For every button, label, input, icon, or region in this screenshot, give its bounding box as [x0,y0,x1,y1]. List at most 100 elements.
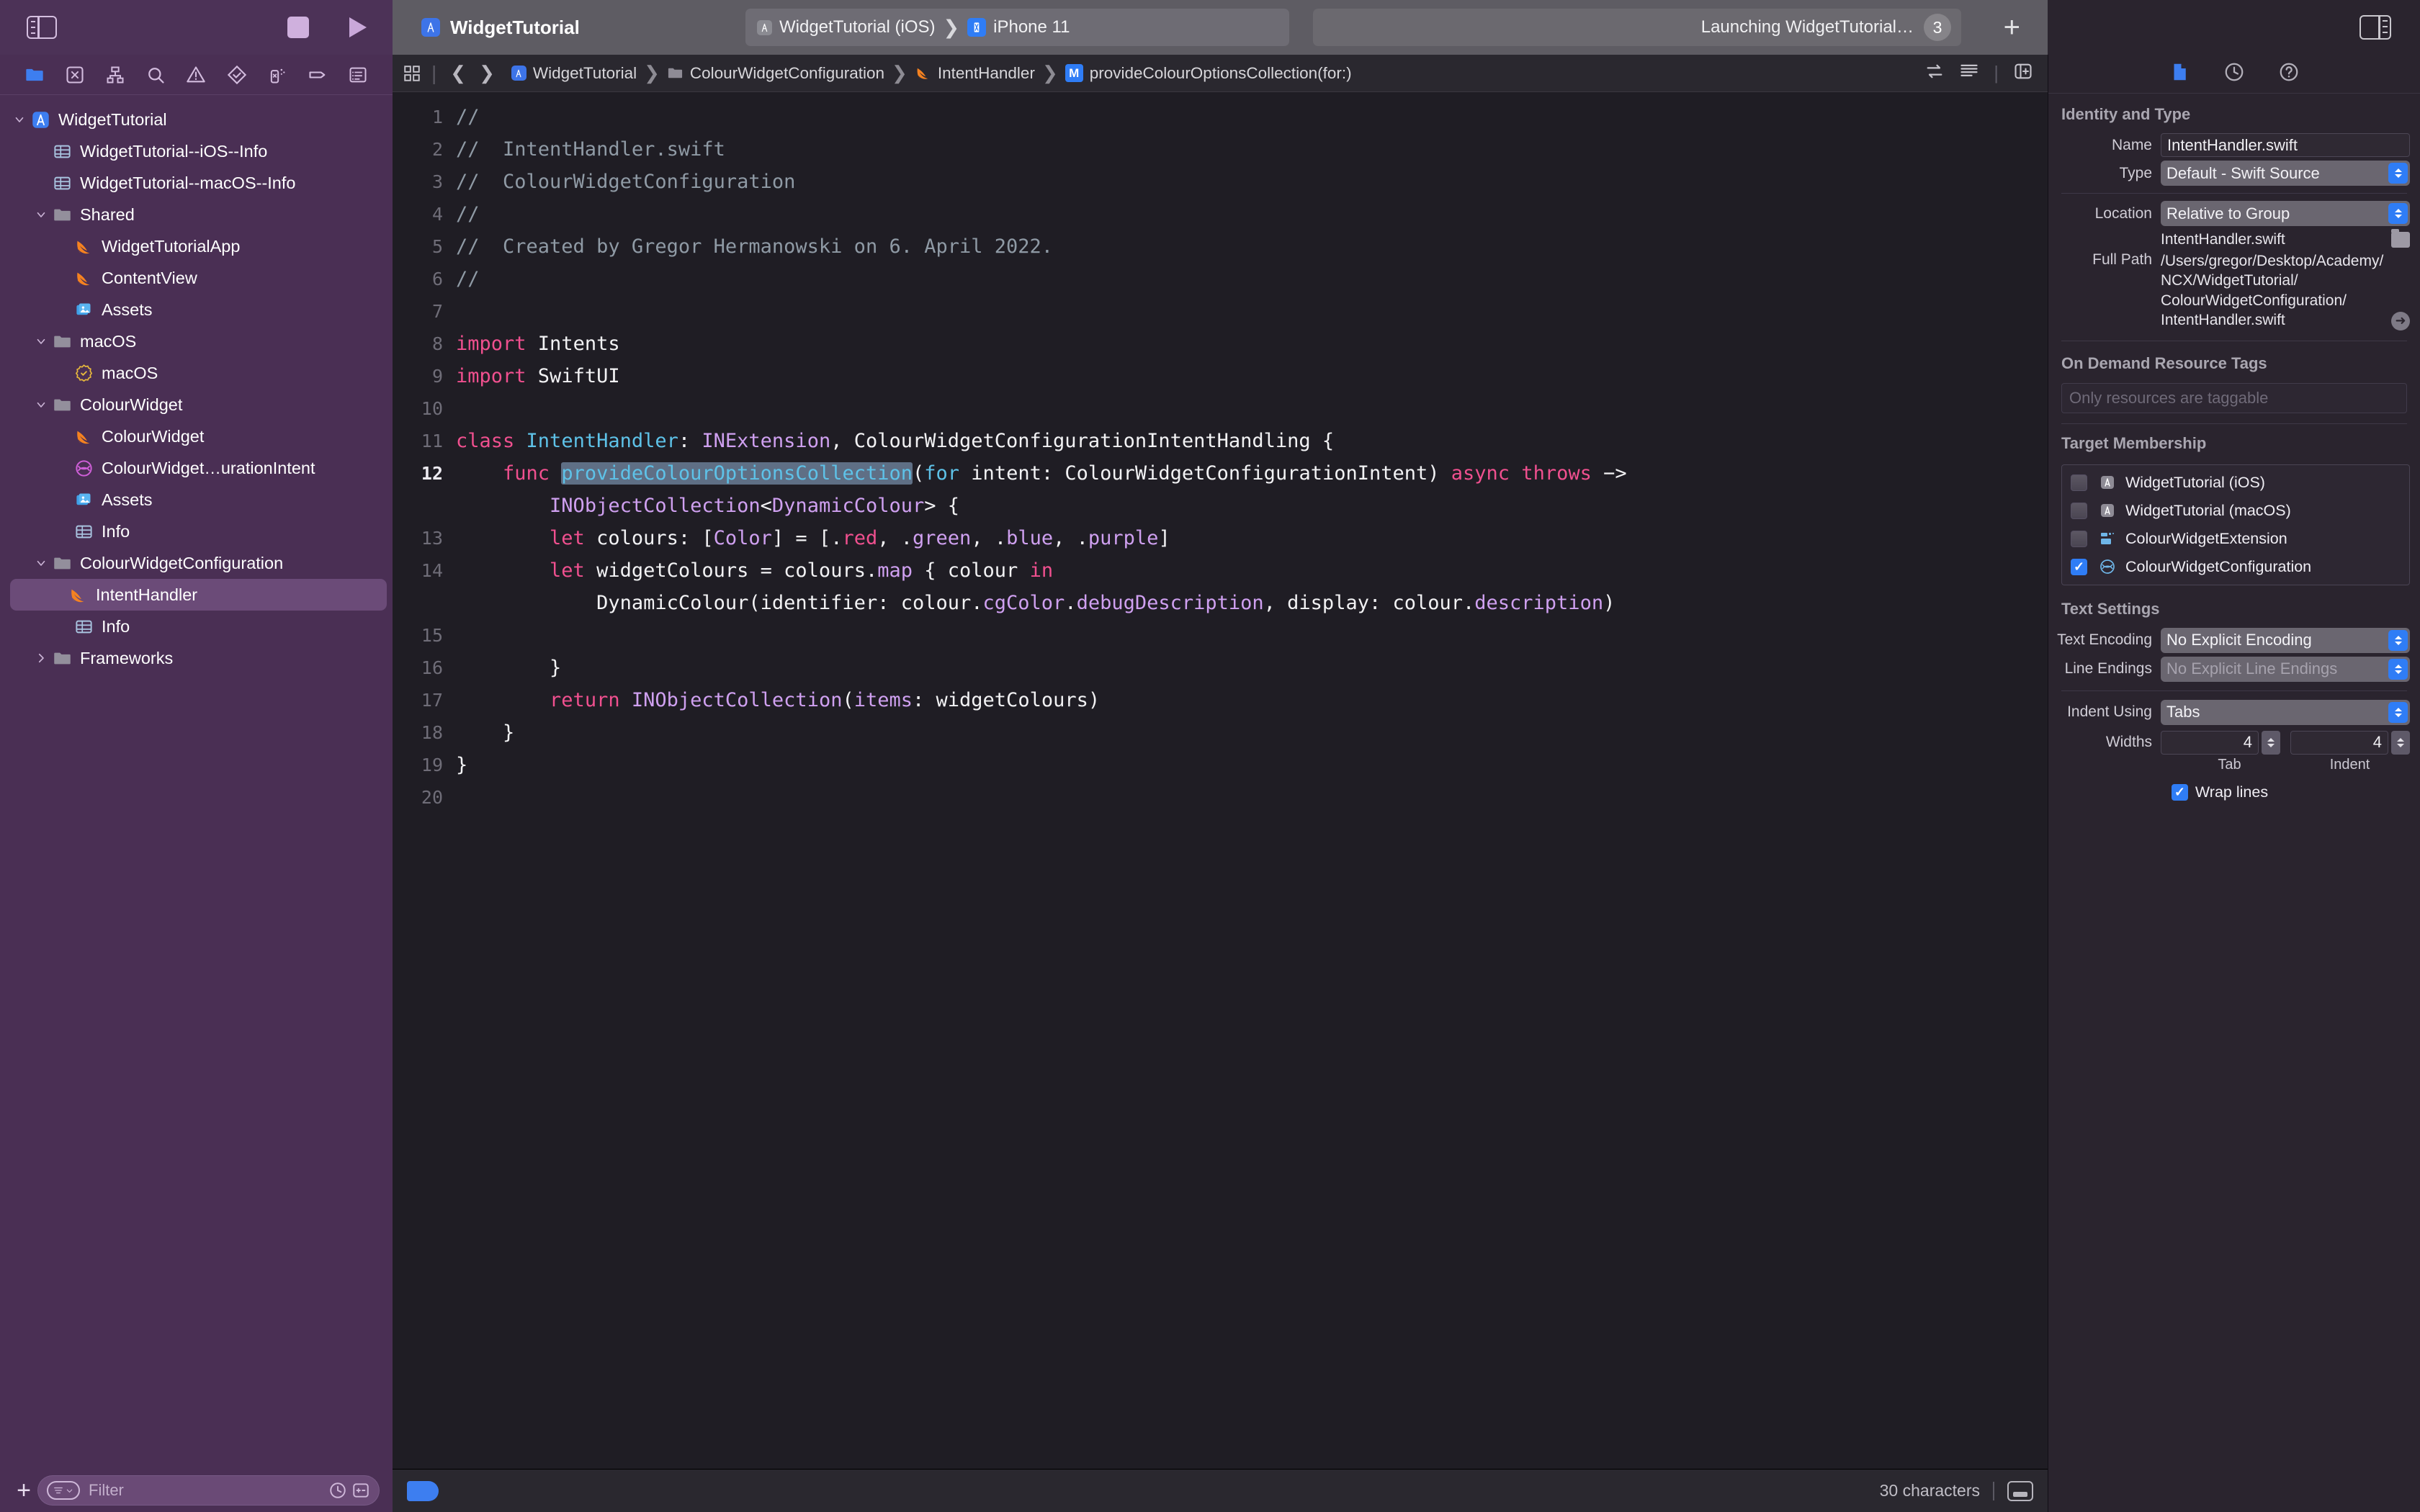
chevron-updown-icon[interactable] [2388,163,2408,184]
file-tree-item[interactable]: Shared [0,199,393,230]
wrap-lines-checkbox[interactable] [2171,783,2188,801]
target-membership-row[interactable]: ColourWidgetExtension [2062,525,2409,553]
file-tree-item[interactable]: Assets [0,294,393,325]
test-diamond-icon[interactable] [226,64,248,86]
navigate-forward-icon[interactable]: ❯ [472,62,501,84]
location-popup[interactable]: Relative to Group [2161,201,2410,226]
chevron-updown-icon[interactable] [2388,658,2408,680]
indent-using-popup[interactable]: Tabs [2161,699,2410,725]
target-checkbox[interactable] [2071,474,2087,491]
filter-input[interactable]: Filter [37,1475,380,1506]
scheme-selector[interactable]: WidgetTutorial (iOS) ❯ iPhone 11 [745,9,1289,46]
line-number: 19 [421,755,443,775]
breadcrumb-item-project[interactable]: WidgetTutorial [511,64,637,83]
related-items-icon[interactable] [1924,61,1945,85]
odr-tags-input[interactable]: Only resources are taggable [2061,382,2407,413]
file-tree-item[interactable]: Frameworks [0,642,393,674]
quick-help-icon[interactable] [2278,61,2300,86]
disclosure-triangle-icon[interactable] [32,398,50,411]
type-popup[interactable]: Default - Swift Source [2161,161,2410,186]
file-tree-item[interactable]: ContentView [0,262,393,294]
disclosure-triangle-icon[interactable] [32,557,50,570]
file-tree-item[interactable]: Assets [0,484,393,516]
file-tree-item[interactable]: macOS [0,325,393,357]
editor-layout-icon[interactable] [403,64,421,83]
tab-width-input[interactable]: 4 [2161,730,2259,755]
plist-icon [72,521,95,542]
indent-width-stepper[interactable] [2391,730,2410,755]
chevron-updown-icon[interactable] [2388,203,2408,224]
line-endings-popup[interactable]: No Explicit Line Endings [2161,656,2410,682]
navigate-back-icon[interactable]: ❮ [444,62,472,84]
code-text: // [456,203,480,225]
target-membership-row[interactable]: WidgetTutorial (iOS) [2062,469,2409,497]
file-inspector-icon[interactable] [2169,61,2190,86]
add-assistant-editor-icon[interactable] [2013,61,2033,85]
wrap-lines-row[interactable]: Wrap lines [2048,783,2420,801]
breadcrumb-item-method[interactable]: M provideColourOptionsCollection(for:) [1065,64,1352,83]
file-tree-item[interactable]: WidgetTutorial [0,104,393,135]
add-editor-button[interactable]: + [2004,13,2020,42]
run-button[interactable] [349,17,367,37]
disclosure-triangle-icon[interactable] [32,335,50,348]
source-code[interactable]: 1 // 2 // IntentHandler.swift 3 // ColourWidg… [393,92,2048,1469]
toggle-debug-area-icon[interactable] [2007,1480,2033,1501]
debug-spray-icon[interactable] [266,64,288,86]
stop-button[interactable] [287,17,309,38]
add-file-button[interactable]: + [10,1478,37,1503]
report-list-icon[interactable] [347,64,369,86]
filter-options-icon[interactable] [47,1481,80,1500]
breadcrumb-item-file[interactable]: IntentHandler [915,64,1035,83]
file-tree-item-label: Assets [102,490,153,509]
symbol-hierarchy-icon[interactable] [104,64,126,86]
breakpoint-tag-icon[interactable] [307,64,328,86]
target-membership-row[interactable]: ColourWidgetConfiguration [2062,553,2409,581]
file-tree-item[interactable]: ColourWidget [0,389,393,420]
code-line: INObjectCollection<DynamicColour> { [393,490,2048,522]
toggle-inspector-icon[interactable] [2360,15,2391,40]
indent-width-input[interactable]: 4 [2290,730,2388,755]
folder-icon[interactable] [24,64,45,86]
file-tree-item[interactable]: Info [0,611,393,642]
indent-caption: Indent [2329,756,2370,773]
file-tree-item[interactable]: WidgetTutorial--macOS--Info [0,167,393,199]
status-badge[interactable]: 3 [1924,14,1951,41]
source-control-icon[interactable] [64,64,86,86]
file-tree-item[interactable]: WidgetTutorial--iOS--Info [0,135,393,167]
minimap-icon[interactable] [1959,61,1979,85]
chevron-updown-icon[interactable] [2388,701,2408,723]
name-input[interactable]: IntentHandler.swift [2161,133,2410,157]
file-tree-item-selected[interactable]: IntentHandler [10,579,387,611]
target-checkbox[interactable] [2071,558,2087,575]
encoding-popup[interactable]: No Explicit Encoding [2161,627,2410,653]
status-area[interactable]: Launching WidgetTutorial… 3 [1313,9,1961,46]
reveal-in-finder-icon[interactable]: ➜ [2391,311,2410,330]
breadcrumb-separator-icon: ❯ [892,62,908,84]
choose-folder-icon[interactable] [2391,228,2410,248]
target-checkbox[interactable] [2071,530,2087,547]
recent-clock-icon[interactable] [328,1481,347,1500]
source-control-filter-icon[interactable] [351,1481,370,1500]
disclosure-triangle-icon[interactable] [10,113,29,126]
file-tree-item[interactable]: Info [0,516,393,547]
file-tree-item[interactable]: ColourWidgetConfiguration [0,547,393,579]
target-checkbox[interactable] [2071,502,2087,519]
breadcrumb-item-group[interactable]: ColourWidgetConfiguration [667,64,884,83]
file-tree-item[interactable]: WidgetTutorialApp [0,230,393,262]
chevron-updown-icon[interactable] [2388,629,2408,651]
history-inspector-icon[interactable] [2223,61,2245,86]
disclosure-triangle-icon[interactable] [32,208,50,221]
tab-width-stepper[interactable] [2262,730,2280,755]
toggle-navigator-icon[interactable] [27,16,57,39]
breadcrumb: | ❮ ❯ WidgetTutorial ❯ ColourWidgetConfi… [393,55,2048,92]
search-icon[interactable] [145,64,166,86]
file-tree-item[interactable]: ColourWidget…urationIntent [0,452,393,484]
warning-icon[interactable] [185,64,207,86]
target-membership-row[interactable]: WidgetTutorial (macOS) [2062,497,2409,525]
line-number: 2 [431,139,443,160]
breakpoint-tag-icon[interactable] [407,1480,439,1501]
disclosure-triangle-icon[interactable] [32,652,50,665]
file-tree-item[interactable]: macOS [0,357,393,389]
odr-section-title: On Demand Resource Tags [2061,354,2267,372]
file-tree-item[interactable]: ColourWidget [0,420,393,452]
